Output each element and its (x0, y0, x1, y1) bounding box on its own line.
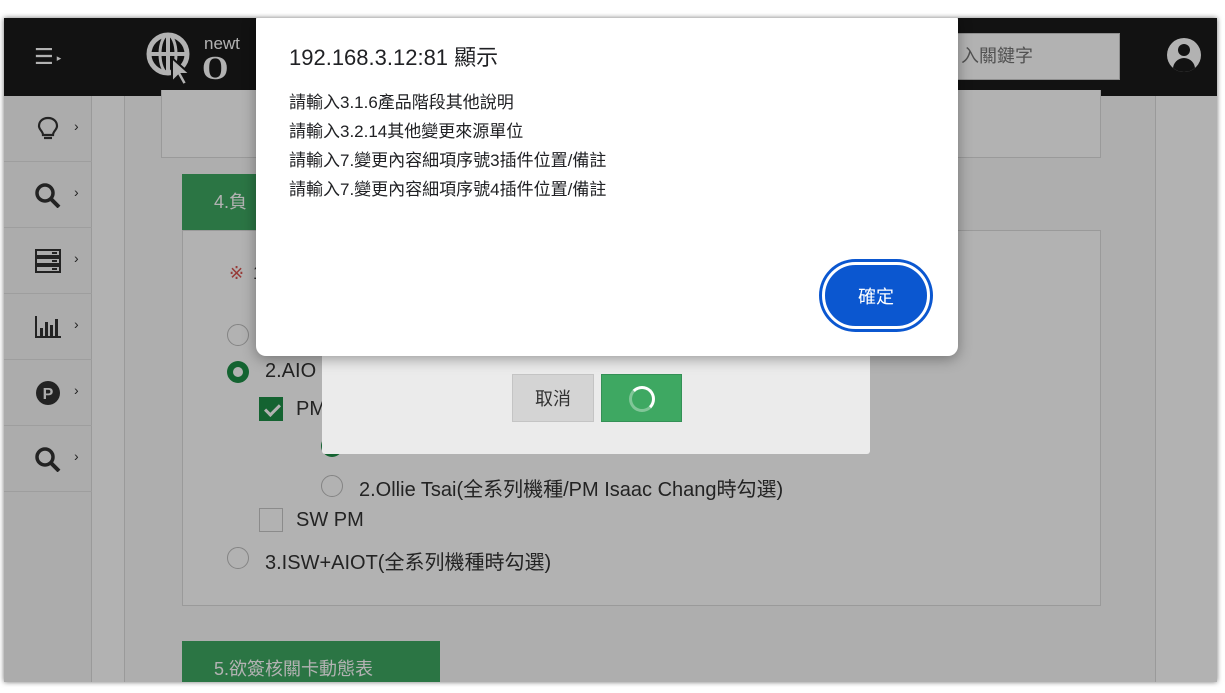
loading-spinner-icon (629, 386, 655, 412)
alert-message-line: 請輸入3.2.14其他變更來源單位 (289, 122, 524, 141)
alert-title: 192.168.3.12:81 顯示 (289, 45, 499, 70)
browser-alert-dialog: 192.168.3.12:81 顯示 請輸入3.1.6產品階段其他說明 請輸入3… (256, 18, 958, 356)
alert-message: 請輸入3.1.6產品階段其他說明 請輸入3.2.14其他變更來源單位 請輸入7.… (289, 88, 606, 204)
cancel-button[interactable]: 取消 (512, 374, 594, 422)
alert-message-line: 請輸入7.變更內容細項序號4插件位置/備註 (289, 180, 607, 199)
alert-message-line: 請輸入3.1.6產品階段其他說明 (289, 93, 514, 112)
alert-message-line: 請輸入7.變更內容細項序號3插件位置/備註 (289, 151, 607, 170)
submit-button-loading[interactable] (601, 374, 682, 422)
app-window: ☰▸ newt O › (4, 18, 1217, 682)
alert-ok-button[interactable]: 確定 (822, 262, 930, 329)
